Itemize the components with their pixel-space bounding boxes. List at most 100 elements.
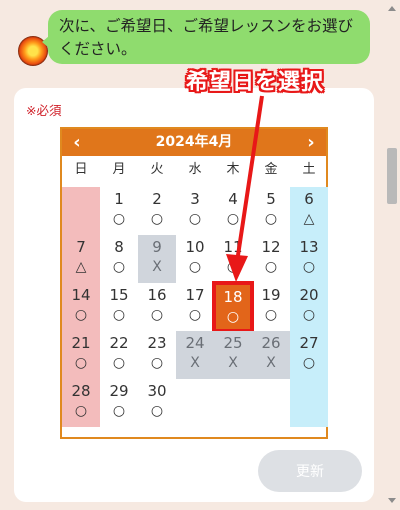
calendar-month-title: 2024年4月: [155, 134, 233, 150]
day-number: 10: [185, 238, 205, 256]
calendar-day: 24 X: [176, 331, 214, 379]
day-number: 15: [109, 286, 129, 304]
calendar-day[interactable]: 20 ○: [290, 283, 328, 331]
calendar-day[interactable]: 7 △: [62, 235, 100, 283]
calendar-day: 25 X: [214, 331, 252, 379]
day-number: 12: [261, 238, 281, 256]
chat-bubble: 次に、ご希望日、ご希望レッスンをお選びください。: [42, 10, 370, 64]
prev-month-button[interactable]: ‹: [64, 129, 90, 156]
calendar-day[interactable]: 21 ○: [62, 331, 100, 379]
next-month-button[interactable]: ›: [298, 129, 324, 156]
weekday-label: 月: [112, 162, 126, 177]
day-number: 2: [152, 190, 162, 208]
update-button[interactable]: 更新: [258, 450, 362, 492]
day-number: 30: [147, 382, 167, 400]
availability-mark: X: [152, 259, 162, 275]
calendar-day[interactable]: 13 ○: [290, 235, 328, 283]
day-number: 5: [266, 190, 276, 208]
calendar-day[interactable]: 19 ○: [252, 283, 290, 331]
availability-mark: ○: [150, 403, 164, 419]
calendar-day[interactable]: 29 ○: [100, 379, 138, 427]
calendar-day: 9X: [138, 235, 176, 283]
weekday-label: 木: [226, 162, 240, 177]
availability-mark: ○: [226, 309, 240, 325]
availability-mark: ○: [302, 259, 316, 275]
calendar-day[interactable]: 1 ○: [100, 187, 138, 235]
day-number: 3: [190, 190, 200, 208]
availability-mark: X: [190, 355, 200, 371]
weekday-label: 金: [264, 162, 278, 177]
weekday-label: 火: [150, 162, 164, 177]
day-number: 8: [114, 238, 124, 256]
calendar-day[interactable]: 17 ○: [176, 283, 214, 331]
availability-mark: ○: [74, 307, 88, 323]
scroll-down-icon[interactable]: [388, 498, 396, 503]
availability-mark: ○: [112, 307, 126, 323]
calendar-day[interactable]: 28 ○: [62, 379, 100, 427]
calendar-day[interactable]: 6 △: [290, 187, 328, 235]
calendar-day[interactable]: 11 ○: [214, 235, 252, 283]
calendar-day[interactable]: 8 ○: [100, 235, 138, 283]
availability-mark: ○: [74, 403, 88, 419]
calendar: ‹ 2024年4月 › 日月火水木金土 1 ○ 2 ○ 3 ○ 4 ○ 5 ○ 6 △ 7 △ 8 ○ 9 X 10…: [60, 127, 328, 439]
calendar-day[interactable]: 22 ○: [100, 331, 138, 379]
calendar-day: 26 X: [252, 331, 290, 379]
availability-mark: ○: [150, 307, 164, 323]
calendar-day[interactable]: 15 ○: [100, 283, 138, 331]
scrollbar[interactable]: [384, 0, 400, 510]
availability-mark: X: [228, 355, 238, 371]
availability-mark: △: [303, 211, 315, 227]
availability-mark: ○: [188, 211, 202, 227]
availability-mark: ○: [188, 259, 202, 275]
day-number: 6: [304, 190, 314, 208]
day-number: 1: [114, 190, 124, 208]
day-number: 7: [76, 238, 86, 256]
required-label: ※必須: [26, 103, 62, 118]
availability-mark: ○: [112, 259, 126, 275]
calendar-day[interactable]: 27 ○: [290, 331, 328, 379]
availability-mark: ○: [302, 307, 316, 323]
calendar-day[interactable]: 4 ○: [214, 187, 252, 235]
day-number: 21: [71, 334, 91, 352]
availability-mark: ○: [112, 355, 126, 371]
availability-mark: ○: [150, 355, 164, 371]
scroll-thumb[interactable]: [387, 148, 397, 204]
calendar-day[interactable]: 3 ○: [176, 187, 214, 235]
day-number: 20: [299, 286, 319, 304]
day-number: 22: [109, 334, 129, 352]
day-number: 11: [223, 238, 243, 256]
day-number: 13: [299, 238, 319, 256]
availability-mark: ○: [150, 211, 164, 227]
day-number: 27: [299, 334, 319, 352]
day-number: 29: [109, 382, 129, 400]
calendar-day-selected[interactable]: 18 ○: [212, 281, 254, 333]
availability-mark: ○: [226, 211, 240, 227]
day-number: 17: [185, 286, 205, 304]
scroll-up-icon[interactable]: [388, 6, 396, 11]
calendar-day[interactable]: 30 ○: [138, 379, 176, 427]
day-number: 16: [147, 286, 167, 304]
annotation-label: 希望日を選択: [186, 70, 325, 95]
calendar-day[interactable]: 12 ○: [252, 235, 290, 283]
day-number: 28: [71, 382, 91, 400]
calendar-day[interactable]: 2 ○: [138, 187, 176, 235]
availability-mark: X: [266, 355, 276, 371]
calendar-day[interactable]: 5 ○: [252, 187, 290, 235]
calendar-day[interactable]: 14 ○: [62, 283, 100, 331]
day-number: 25: [223, 334, 243, 352]
availability-mark: ○: [112, 211, 126, 227]
day-number: 9: [152, 238, 162, 256]
weekday-label: 日: [74, 162, 88, 177]
calendar-empty-cell: [290, 379, 328, 427]
day-number: 24: [185, 334, 205, 352]
day-number: 19: [261, 286, 281, 304]
availability-mark: ○: [264, 211, 278, 227]
calendar-day[interactable]: 16 ○: [138, 283, 176, 331]
day-number: 14: [71, 286, 91, 304]
availability-mark: ○: [264, 307, 278, 323]
calendar-day[interactable]: 10 ○: [176, 235, 214, 283]
availability-mark: ○: [264, 259, 278, 275]
availability-mark: △: [75, 259, 87, 275]
day-number: 26: [261, 334, 281, 352]
calendar-day[interactable]: 23 ○: [138, 331, 176, 379]
